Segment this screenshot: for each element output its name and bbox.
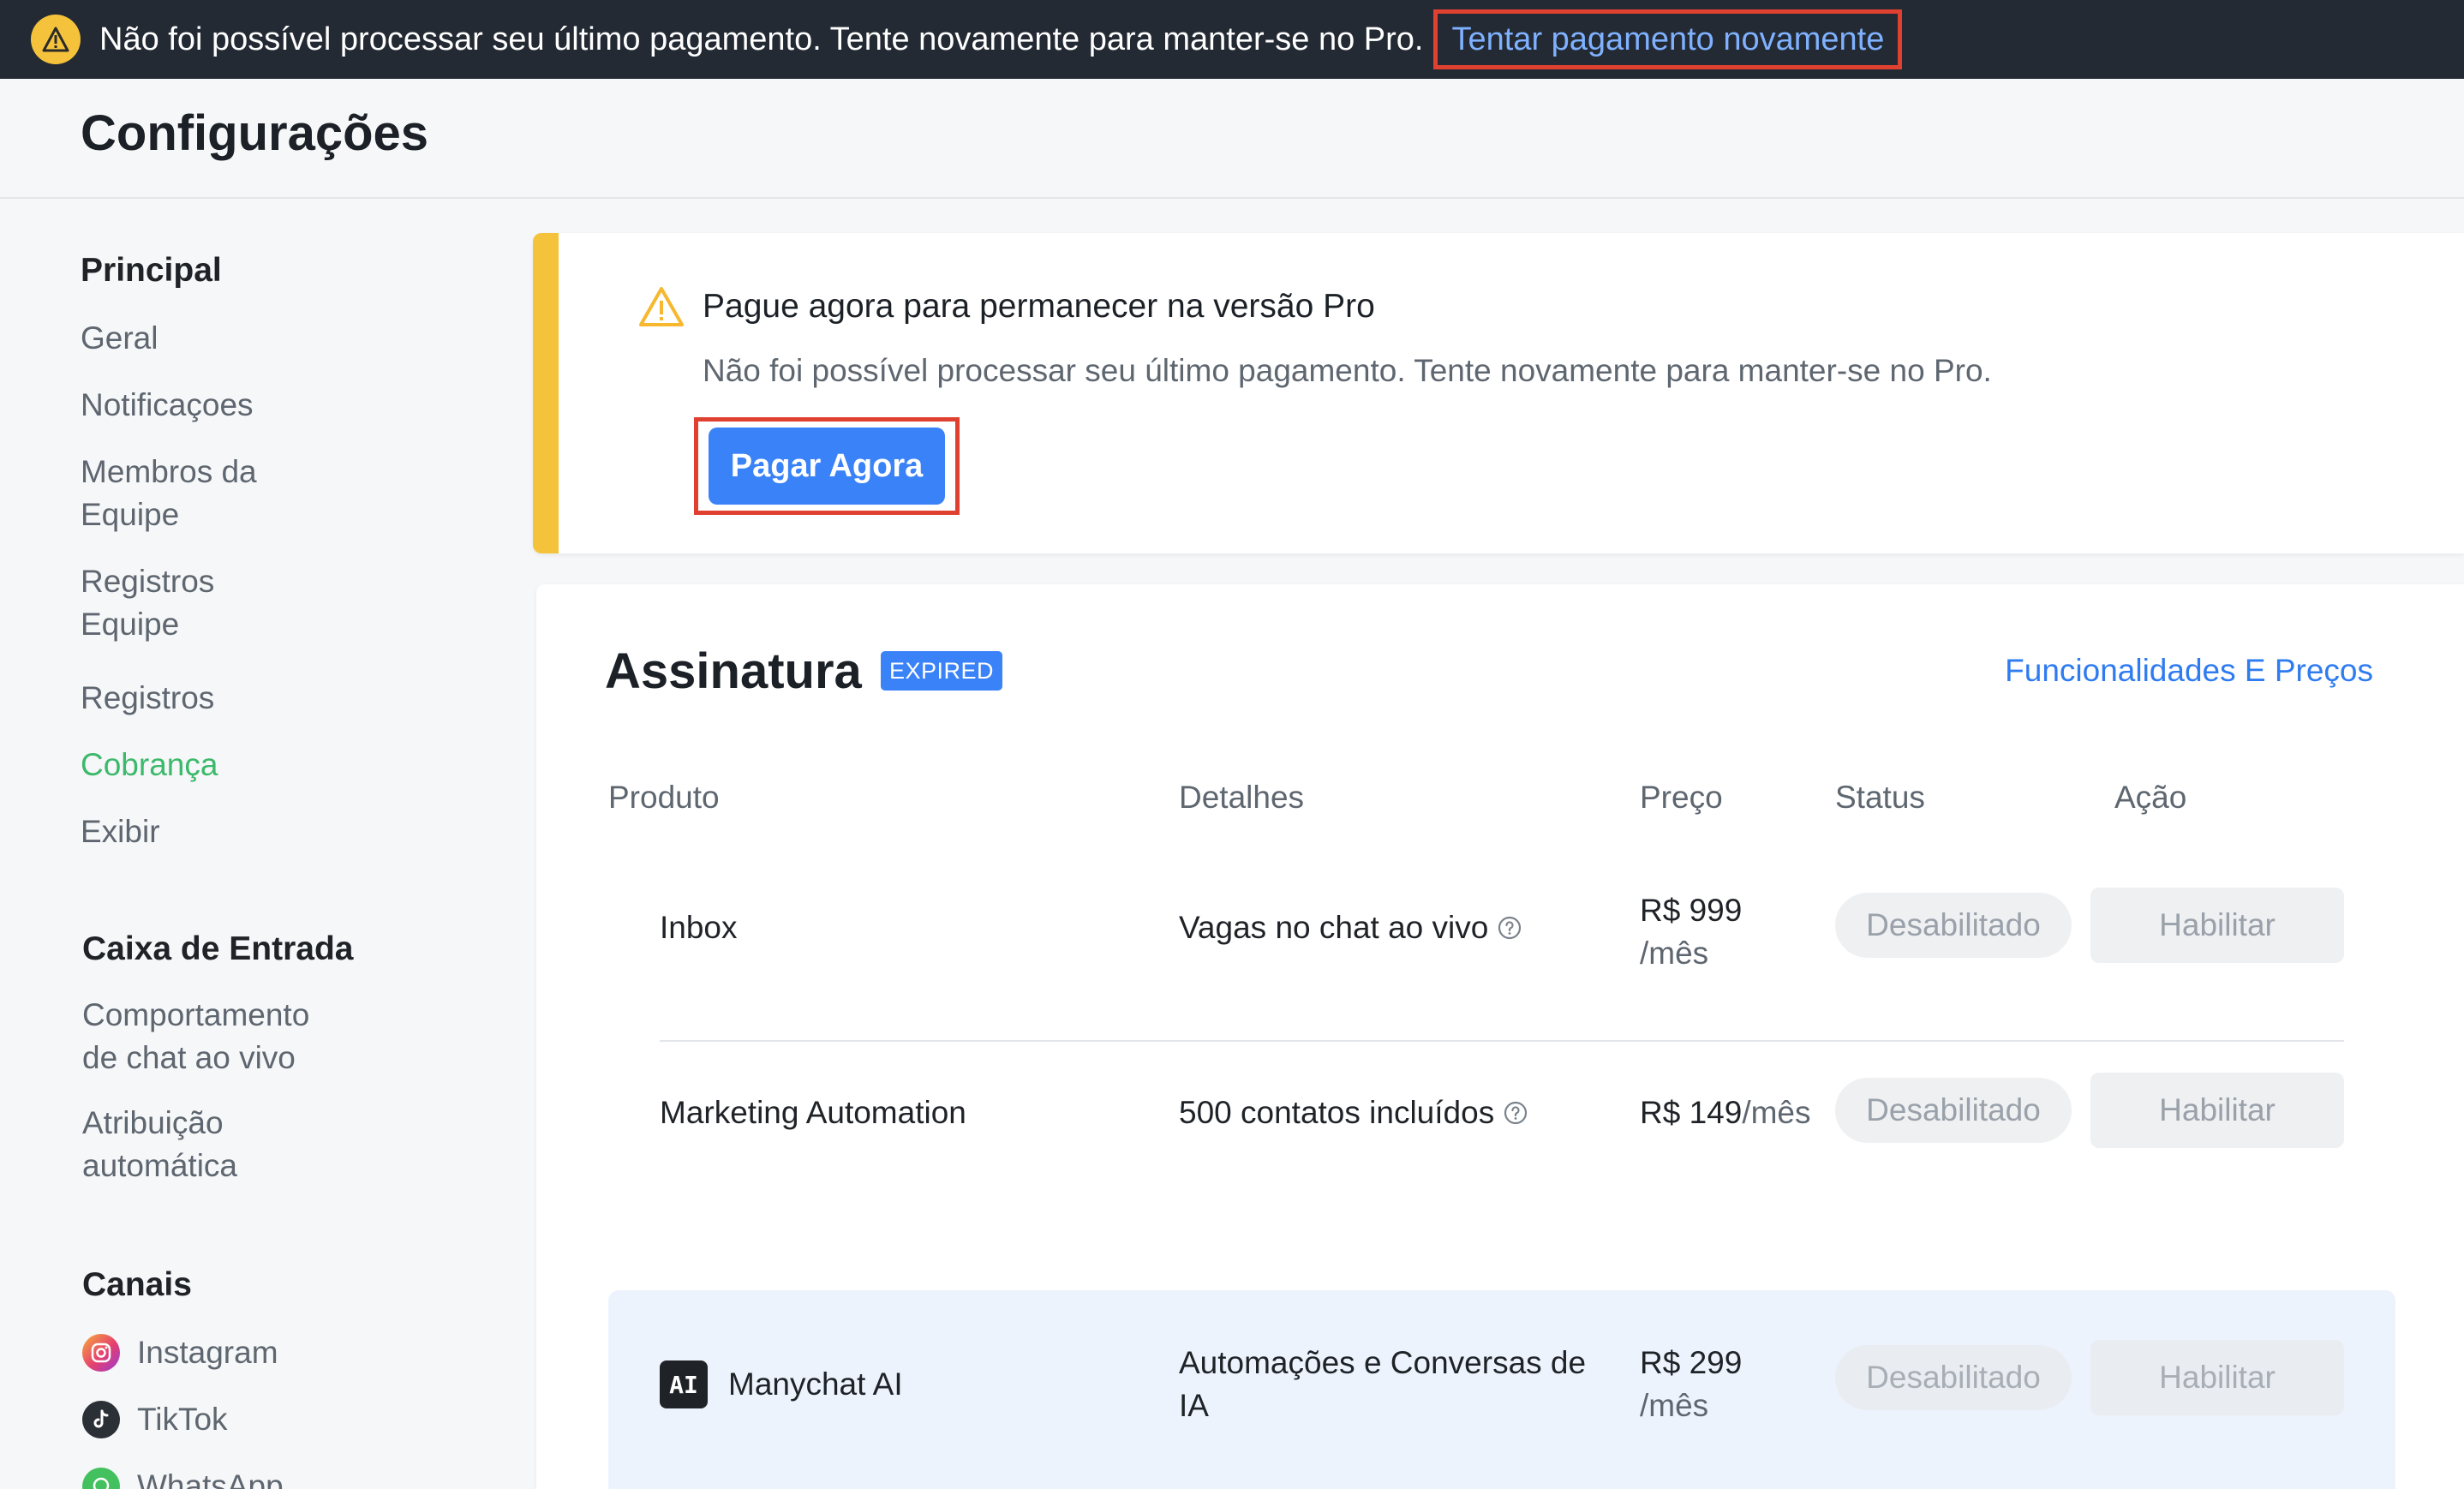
enable-button[interactable]: Habilitar — [2090, 888, 2344, 963]
subscription-title: Assinatura — [605, 643, 862, 699]
price-amount: R$ 299 — [1640, 1345, 1743, 1380]
product-details: Automações e Conversas de IA — [1179, 1345, 1587, 1423]
page-title: Configurações — [81, 105, 429, 161]
sidebar-item-membros-da-equipe[interactable]: Membros da Equipe — [81, 451, 295, 536]
product-name: Marketing Automation — [660, 1095, 966, 1130]
sidebar-item-exibir[interactable]: Exibir — [81, 810, 389, 853]
sidebar-item-whatsapp[interactable]: WhatsApp — [82, 1465, 391, 1489]
sidebar-item-label: TikTok — [137, 1402, 228, 1437]
warning-icon — [31, 15, 81, 64]
column-header-produto: Produto — [608, 780, 720, 815]
status-disabled-pill: Desabilitado — [1835, 1345, 2072, 1410]
enable-button[interactable]: Habilitar — [2090, 1073, 2344, 1148]
price-unit: /mês — [1742, 1095, 1811, 1130]
pay-now-highlight: Pagar Agora — [694, 417, 960, 515]
help-icon[interactable] — [1503, 1100, 1528, 1126]
settings-sidebar: Principal Geral Notificaçoes Membros da … — [0, 200, 531, 1489]
sidebar-item-tiktok[interactable]: TikTok — [82, 1398, 391, 1441]
table-row: Inbox Vagas no chat ao vivo R$ 999 /mês … — [536, 888, 2464, 1038]
status-disabled-pill: Desabilitado — [1835, 1078, 2072, 1143]
pay-now-button[interactable]: Pagar Agora — [709, 428, 945, 505]
banner-message: Não foi possível processar seu último pa… — [99, 21, 1424, 57]
sidebar-item-atribuicao-automatica[interactable]: Atribuição automática — [82, 1102, 288, 1187]
product-details: 500 contatos incluídos — [1179, 1095, 1528, 1131]
product-details: Vagas no chat ao vivo — [1179, 910, 1522, 946]
sidebar-item-geral[interactable]: Geral — [81, 317, 389, 360]
ai-icon: AI — [660, 1360, 708, 1408]
table-row: Marketing Automation 500 contatos incluí… — [536, 1073, 2464, 1181]
price-unit: /mês — [1640, 936, 1709, 971]
product-price: R$ 149/mês — [1640, 1095, 1811, 1131]
price-amount: R$ 999 — [1640, 893, 1743, 928]
help-icon[interactable] — [1497, 915, 1522, 941]
warning-icon — [637, 284, 685, 333]
column-header-preco: Preço — [1640, 780, 1723, 815]
product-price: R$ 299 /mês — [1640, 1342, 1742, 1427]
whatsapp-icon — [82, 1468, 120, 1489]
product-name: Manychat AI — [728, 1366, 903, 1402]
features-and-pricing-link[interactable]: Funcionalidades E Preços — [2005, 653, 2373, 689]
sidebar-item-comportamento-chat[interactable]: Comportamento de chat ao vivo — [82, 994, 339, 1079]
payment-alert-card: Pague agora para permanecer na versão Pr… — [533, 233, 2464, 553]
sidebar-item-label: Instagram — [137, 1335, 278, 1370]
instagram-icon — [82, 1334, 120, 1372]
column-header-detalhes: Detalhes — [1179, 780, 1305, 815]
sidebar-section-caixa-de-entrada: Caixa de Entrada — [82, 930, 354, 967]
row-divider — [660, 1040, 2344, 1042]
details-text: Vagas no chat ao vivo — [1179, 910, 1489, 945]
price-amount: R$ 149 — [1640, 1095, 1743, 1130]
alert-title: Pague agora para permanecer na versão Pr… — [703, 288, 1375, 325]
details-text: 500 contatos incluídos — [1179, 1095, 1495, 1130]
price-unit: /mês — [1640, 1388, 1709, 1423]
sidebar-item-notificacoes[interactable]: Notificaçoes — [81, 384, 389, 427]
alert-description: Não foi possível processar seu último pa… — [703, 353, 1992, 388]
subscription-card: Assinatura EXPIRED Funcionalidades E Pre… — [536, 584, 2464, 1489]
product-name: Inbox — [660, 910, 738, 945]
sidebar-item-registros[interactable]: Registros — [81, 677, 389, 720]
column-header-status: Status — [1835, 780, 1925, 815]
payment-failed-banner: Não foi possível processar seu último pa… — [0, 0, 2464, 79]
status-badge: EXPIRED — [881, 651, 1003, 691]
sidebar-section-canais: Canais — [82, 1266, 192, 1303]
page-header: Configurações — [0, 79, 2464, 199]
product-name-with-icon: AI Manychat AI — [660, 1360, 903, 1408]
sidebar-section-principal: Principal — [81, 252, 222, 289]
sidebar-item-cobranca[interactable]: Cobrança — [81, 744, 389, 786]
sidebar-item-label: WhatsApp — [137, 1468, 284, 1489]
retry-payment-link[interactable]: Tentar pagamento novamente — [1433, 9, 1903, 69]
table-row-highlighted: AI Manychat AI Automações e Conversas de… — [608, 1290, 2395, 1489]
status-disabled-pill: Desabilitado — [1835, 893, 2072, 958]
sidebar-item-registros-equipe[interactable]: Registros Equipe — [81, 560, 252, 646]
column-header-acao: Ação — [2114, 780, 2187, 815]
enable-button[interactable]: Habilitar — [2090, 1340, 2344, 1415]
tiktok-icon — [82, 1401, 120, 1438]
sidebar-item-instagram[interactable]: Instagram — [82, 1331, 391, 1374]
product-price: R$ 999 /mês — [1640, 889, 1742, 975]
